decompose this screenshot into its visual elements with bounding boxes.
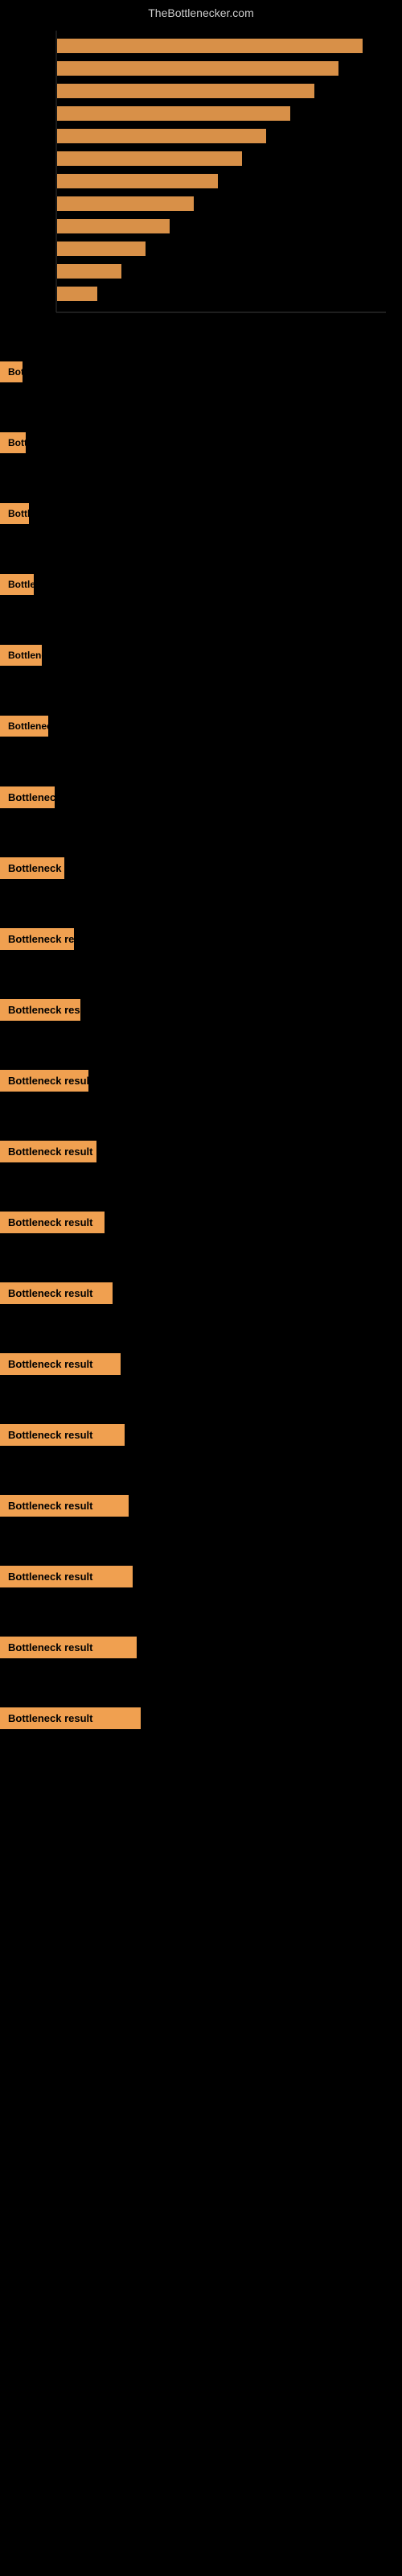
list-item: Bottleneck result: [0, 1682, 402, 1753]
bottleneck-result-label: Bottleneck result: [0, 432, 26, 453]
chart-area: [8, 23, 394, 328]
list-item: Bottleneck result: [0, 1328, 402, 1399]
list-item: Bottleneck result: [0, 903, 402, 974]
bottleneck-result-label: Bottleneck result: [0, 1707, 141, 1729]
list-item: Bottleneck result: [0, 974, 402, 1045]
list-item: Bottleneck result: [0, 407, 402, 478]
bottleneck-result-label: Bottleneck result: [0, 786, 55, 808]
list-item: Bottleneck result: [0, 691, 402, 762]
list-item: Bottleneck result: [0, 620, 402, 691]
list-item: Bottleneck result: [0, 1116, 402, 1187]
list-item: Bottleneck result: [0, 1187, 402, 1257]
bottleneck-result-label: Bottleneck result: [0, 999, 80, 1021]
list-item: Bottleneck result: [0, 832, 402, 903]
list-item: Bottleneck result: [0, 549, 402, 620]
bottleneck-result-label: Bottleneck result: [0, 1141, 96, 1162]
list-item: Bottleneck result: [0, 1399, 402, 1470]
bottleneck-result-label: Bottleneck result: [0, 928, 74, 950]
bottleneck-result-label: Bottleneck result: [0, 503, 29, 524]
list-item: Bottleneck result: [0, 336, 402, 407]
list-item: Bottleneck result: [0, 1257, 402, 1328]
list-item: Bottleneck result: [0, 762, 402, 832]
list-item: Bottleneck result: [0, 1541, 402, 1612]
list-item: Bottleneck result: [0, 1470, 402, 1541]
site-title: TheBottlenecker.com: [0, 0, 402, 23]
bottleneck-result-label: Bottleneck result: [0, 645, 42, 666]
bottleneck-result-label: Bottleneck result: [0, 1353, 121, 1375]
bottleneck-list: Bottleneck result Bottleneck result Bottle…: [0, 336, 402, 1753]
bottleneck-result-label: Bottleneck result: [0, 857, 64, 879]
bottleneck-result-label: Bottleneck result: [0, 1212, 105, 1233]
bottleneck-result-label: Bottleneck result: [0, 1282, 113, 1304]
bottleneck-result-label: Bottleneck result: [0, 1637, 137, 1658]
bottleneck-result-label: Bottleneck result: [0, 1495, 129, 1517]
bottleneck-result-label: Bottleneck result: [0, 1424, 125, 1446]
bottleneck-result-label: Bottleneck result: [0, 574, 34, 595]
list-item: Bottleneck result: [0, 1612, 402, 1682]
chart-svg: [8, 23, 394, 328]
bottleneck-result-label: Bottleneck result: [0, 1566, 133, 1587]
bottleneck-result-label: Bottleneck result: [0, 1070, 88, 1092]
bottleneck-result-label: Bottleneck result: [0, 716, 48, 737]
list-item: Bottleneck result: [0, 478, 402, 549]
list-item: Bottleneck result: [0, 1045, 402, 1116]
bottleneck-result-label: Bottleneck result: [0, 361, 23, 382]
